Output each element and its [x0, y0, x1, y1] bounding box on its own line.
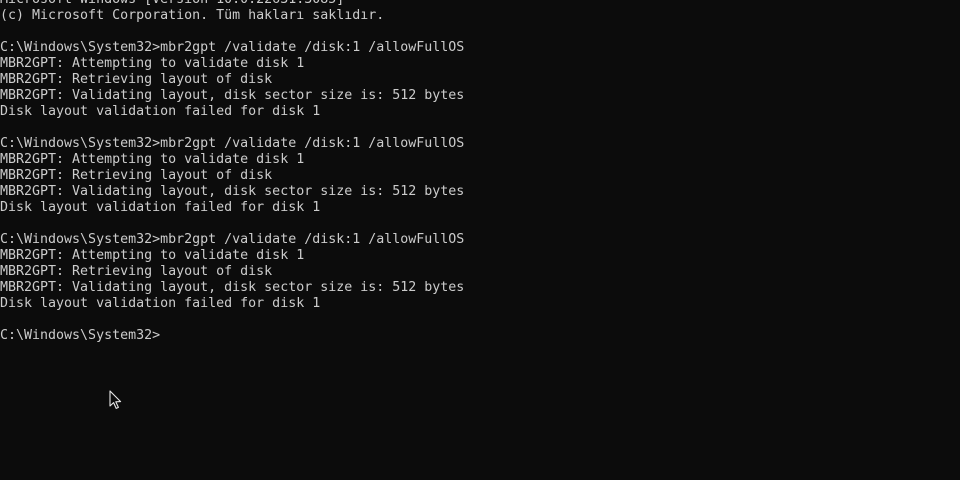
- output-line: MBR2GPT: Attempting to validate disk 1: [0, 248, 305, 263]
- command-line: C:\Windows\System32>mbr2gpt /validate /d…: [0, 136, 960, 152]
- output-line: MBR2GPT: Validating layout, disk sector …: [0, 184, 465, 199]
- command-line: C:\Windows\System32>mbr2gpt /validate /d…: [0, 232, 960, 248]
- terminal-output-area[interactable]: Microsoft Windows [Version 10.0.22631.30…: [0, 0, 960, 472]
- mouse-pointer-icon: [109, 390, 122, 409]
- output-line: MBR2GPT: Retrieving layout of disk: [0, 72, 273, 87]
- output-line: MBR2GPT: Retrieving layout of disk: [0, 168, 273, 183]
- output-line: Disk layout validation failed for disk 1: [0, 296, 321, 311]
- prompt-text: C:\Windows\System32>: [0, 40, 161, 55]
- output-line: MBR2GPT: Validating layout, disk sector …: [0, 280, 465, 295]
- command-block: C:\Windows\System32>mbr2gpt /validate /d…: [0, 136, 960, 232]
- command-text: mbr2gpt /validate /disk:1 /allowFullOS: [160, 136, 465, 151]
- output-line: MBR2GPT: Attempting to validate disk 1: [0, 152, 305, 167]
- command-line: C:\Windows\System32>mbr2gpt /validate /d…: [0, 40, 960, 56]
- output-line: MBR2GPT: Retrieving layout of disk: [0, 264, 273, 279]
- command-block: C:\Windows\System32>mbr2gpt /validate /d…: [0, 40, 960, 136]
- output-line: MBR2GPT: Validating layout, disk sector …: [0, 88, 465, 103]
- header-line: (c) Microsoft Corporation. Tüm hakları s…: [0, 8, 385, 23]
- output-line: Disk layout validation failed for disk 1: [0, 200, 321, 215]
- header-line: Microsoft Windows [Version 10.0.22631.30…: [0, 0, 960, 8]
- current-prompt[interactable]: C:\Windows\System32>: [0, 328, 960, 344]
- prompt-text: C:\Windows\System32>: [0, 136, 161, 151]
- command-text: mbr2gpt /validate /disk:1 /allowFullOS: [160, 40, 465, 55]
- output-line: MBR2GPT: Attempting to validate disk 1: [0, 56, 305, 71]
- output-line: Disk layout validation failed for disk 1: [0, 104, 321, 119]
- command-block: C:\Windows\System32>mbr2gpt /validate /d…: [0, 232, 960, 328]
- prompt-text: C:\Windows\System32>: [0, 232, 161, 247]
- command-text: mbr2gpt /validate /disk:1 /allowFullOS: [160, 232, 465, 247]
